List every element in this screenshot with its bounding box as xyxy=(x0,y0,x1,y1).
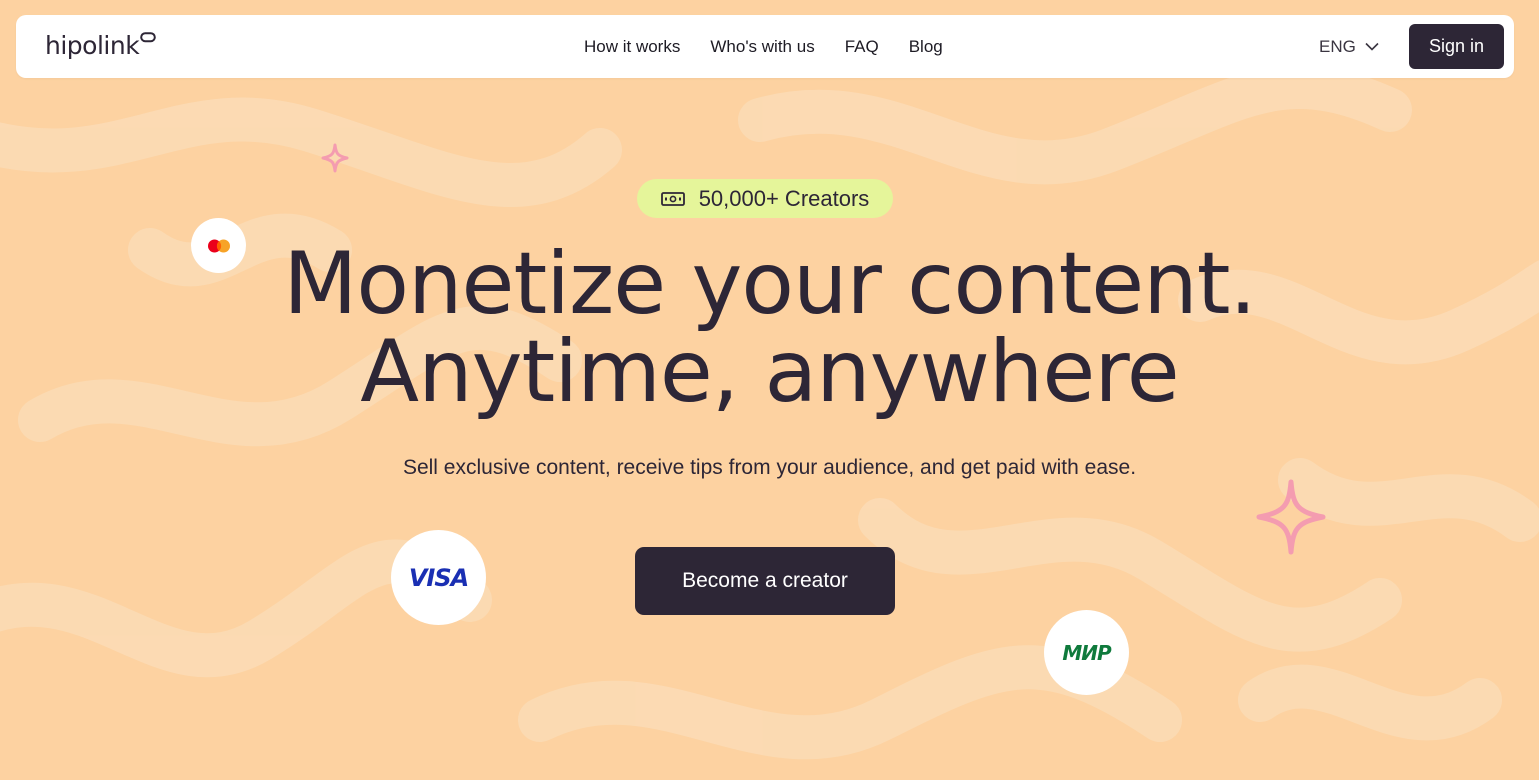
top-navbar: hipolink How it works Who's with us FAQ … xyxy=(16,15,1514,78)
creators-count-badge: 50,000+ Creators xyxy=(637,179,893,218)
hero-headline: Monetize your content. Anytime, anywhere xyxy=(0,240,1539,416)
headline-line-1: Monetize your content. xyxy=(283,234,1257,334)
become-creator-button[interactable]: Become a creator xyxy=(635,547,895,615)
hero-subtitle: Sell exclusive content, receive tips fro… xyxy=(402,456,1137,479)
banknote-icon xyxy=(660,191,685,206)
nav-how-it-works[interactable]: How it works xyxy=(584,15,680,78)
visa-logo: VISA xyxy=(408,563,469,592)
logo-text: hipolink xyxy=(45,31,140,60)
nav-whos-with-us[interactable]: Who's with us xyxy=(710,15,814,78)
sparkle-icon xyxy=(1256,479,1326,555)
language-selector[interactable]: ENG xyxy=(1319,15,1379,78)
visa-badge: VISA xyxy=(391,530,486,625)
nav-blog[interactable]: Blog xyxy=(909,15,943,78)
nav-faq[interactable]: FAQ xyxy=(845,15,879,78)
chevron-down-icon xyxy=(1365,42,1379,51)
sign-in-button[interactable]: Sign in xyxy=(1409,24,1504,69)
badge-text: 50,000+ Creators xyxy=(698,185,870,211)
mir-logo: МИР xyxy=(1062,640,1111,665)
mir-badge: МИР xyxy=(1044,610,1129,695)
language-label: ENG xyxy=(1319,36,1356,56)
headline-line-2: Anytime, anywhere xyxy=(360,322,1179,422)
sparkle-icon xyxy=(321,143,349,173)
main-nav: How it works Who's with us FAQ Blog xyxy=(584,15,943,78)
hipolink-logo[interactable]: hipolink xyxy=(45,31,156,61)
logo-mark-icon xyxy=(140,32,156,43)
